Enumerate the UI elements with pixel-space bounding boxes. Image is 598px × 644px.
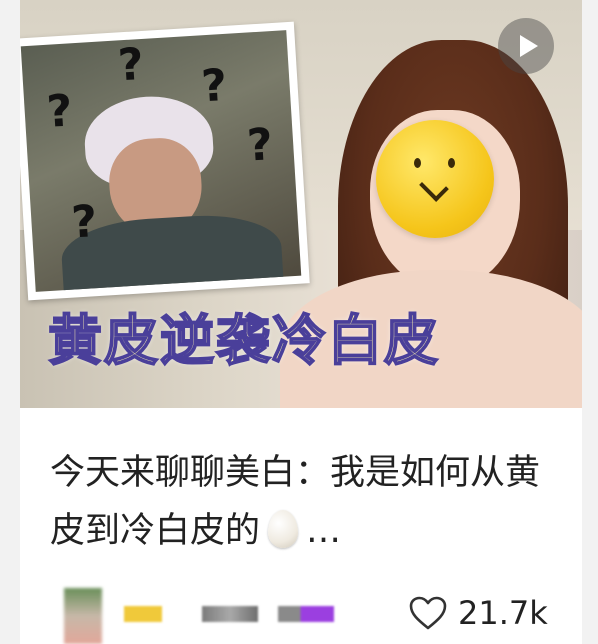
question-mark: ? [116,38,146,92]
question-mark: ? [70,196,99,249]
question-mark: ? [245,119,275,172]
question-mark: ? [199,59,229,113]
play-icon [519,35,538,57]
like-button[interactable]: 21.7k [408,588,548,638]
author-name-blurred [202,606,258,622]
avatar[interactable] [64,588,102,644]
egg-icon [268,510,299,548]
question-mark: ? [45,85,74,138]
post-title[interactable]: 今天来聊聊美白：我是如何从黄皮到冷白皮的… [50,444,560,560]
post-card[interactable]: ? ? ? ? ? 黄皮逆袭冷白皮 今天来聊聊美白：我是如何从黄皮到冷白皮的… … [20,0,582,644]
like-count: 21.7k [458,594,548,632]
title-ellipsis: … [306,511,342,551]
cover-overlay-text: 黄皮逆袭冷白皮 [47,308,440,373]
author-name-blurred [278,606,334,622]
cover-image[interactable]: ? ? ? ? ? 黄皮逆袭冷白皮 [20,0,582,408]
smiley-sticker-icon [376,120,494,238]
author-name-blurred[interactable] [124,606,162,622]
heart-outline-icon [409,596,447,630]
play-button[interactable] [498,18,554,74]
post-footer: 21.7k [20,588,582,644]
meme-photo: ? ? ? ? ? [20,21,310,301]
